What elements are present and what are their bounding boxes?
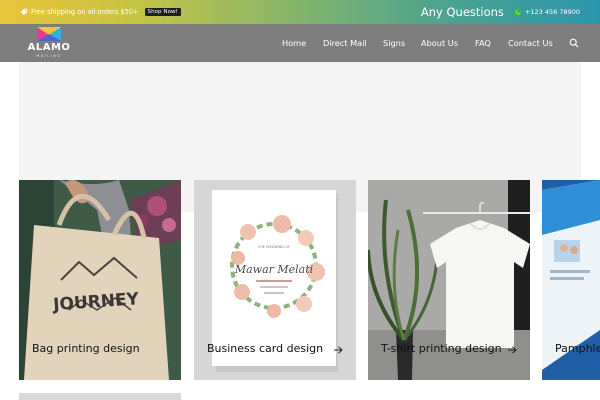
any-questions-text: Any Questions bbox=[420, 5, 504, 19]
nav-item-signs[interactable]: Signs bbox=[383, 24, 405, 62]
tag-icon bbox=[20, 8, 28, 16]
card-image-text: Mawar Melati bbox=[234, 263, 313, 276]
arrow-right-icon[interactable] bbox=[507, 345, 517, 355]
service-card-bag[interactable]: JOURNEY Bag printing design bbox=[19, 180, 181, 380]
service-card-business-card[interactable]: THE WEDDING OF Mawar Melati Business car… bbox=[194, 180, 356, 380]
logo[interactable]: ALAMO MAILING bbox=[27, 26, 71, 60]
next-row-card-edge bbox=[19, 393, 181, 400]
card-label-bag[interactable]: Bag printing design bbox=[32, 342, 140, 355]
card-label-pamphlet[interactable]: Pamphlet bbox=[555, 342, 600, 355]
service-card-pamphlet[interactable]: Pamphlet bbox=[542, 180, 600, 380]
arrow-right-icon[interactable] bbox=[333, 345, 343, 355]
nav-item-about-us[interactable]: About Us bbox=[421, 24, 458, 62]
page: Free shipping on all orders $50+ Shop No… bbox=[0, 0, 600, 400]
phone-number[interactable]: +123 456 78900 bbox=[525, 8, 580, 16]
promo-right: Any Questions +123 456 78900 bbox=[421, 0, 580, 24]
service-card-tshirt[interactable]: T-shirt printing design bbox=[368, 180, 530, 380]
nav-item-faq[interactable]: FAQ bbox=[475, 24, 491, 62]
search-icon[interactable] bbox=[569, 38, 579, 48]
shop-now-button[interactable]: Shop Now! bbox=[144, 8, 181, 16]
card-label-tshirt[interactable]: T-shirt printing design bbox=[381, 342, 502, 355]
promo-text: Free shipping on all orders $50+ bbox=[31, 8, 139, 16]
logo-envelope-icon bbox=[37, 27, 61, 41]
main-navbar: ALAMO MAILING Home Direct Mail Signs Abo… bbox=[0, 24, 600, 62]
card-label-business-card[interactable]: Business card design bbox=[207, 342, 323, 355]
nav-item-direct-mail[interactable]: Direct Mail bbox=[323, 24, 367, 62]
logo-name: ALAMO bbox=[27, 42, 71, 53]
promo-bar: Free shipping on all orders $50+ Shop No… bbox=[0, 0, 600, 24]
promo-left: Free shipping on all orders $50+ Shop No… bbox=[20, 8, 181, 16]
whatsapp-icon[interactable] bbox=[513, 7, 522, 17]
nav-item-home[interactable]: Home bbox=[282, 24, 306, 62]
nav-item-contact-us[interactable]: Contact Us bbox=[508, 24, 553, 62]
card-image-subtext: THE WEDDING OF bbox=[257, 245, 290, 249]
logo-subtitle: MAILING bbox=[36, 54, 62, 58]
